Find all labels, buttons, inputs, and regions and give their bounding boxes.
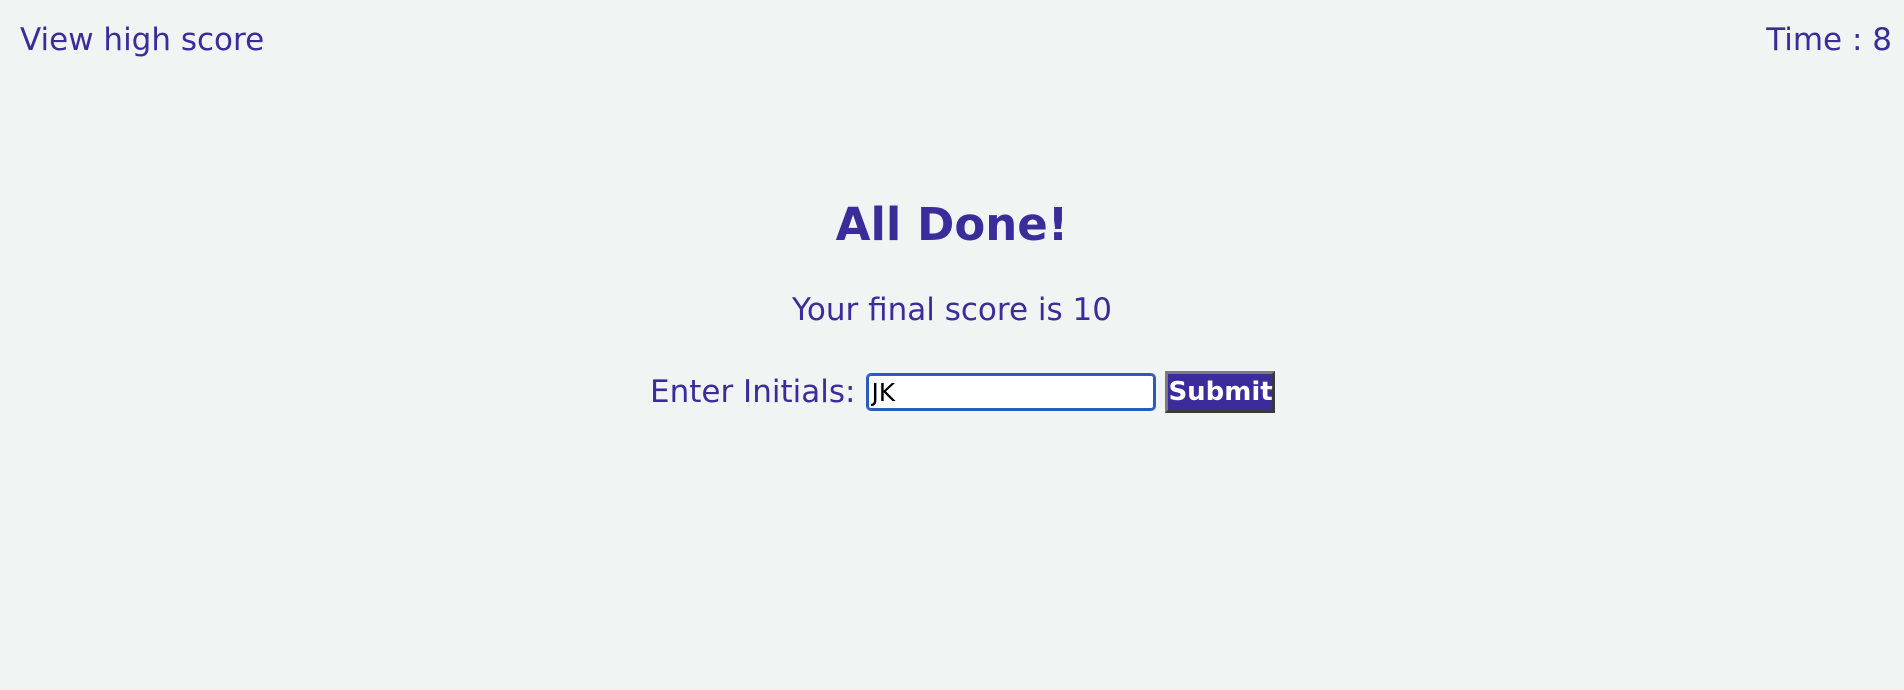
page-title: All Done! (835, 198, 1069, 251)
top-bar: View high score Time : 8 (0, 0, 1904, 80)
initials-form: Enter Initials: Submit (650, 369, 1276, 415)
initials-input[interactable] (866, 373, 1157, 411)
final-score-value: 10 (1072, 292, 1112, 328)
submit-button[interactable]: Submit (1165, 371, 1276, 413)
timer-label: Time : (1766, 22, 1873, 58)
timer-value: 8 (1872, 22, 1892, 58)
initials-label: Enter Initials: (650, 374, 856, 410)
final-score-label: Your final score is (792, 292, 1073, 328)
final-score-text: Your final score is 10 (0, 292, 1904, 328)
view-high-score-link[interactable]: View high score (20, 22, 264, 58)
timer: Time : 8 (1766, 22, 1892, 58)
